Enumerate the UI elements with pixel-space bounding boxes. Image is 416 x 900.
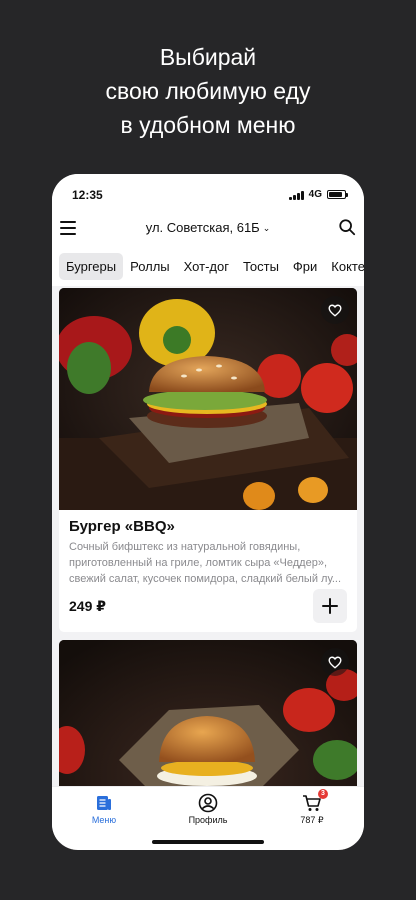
tab-rolls[interactable]: Роллы [123, 253, 177, 280]
profile-icon [198, 793, 218, 813]
product-image [59, 288, 357, 510]
tab-hotdog[interactable]: Хот-дог [177, 253, 236, 280]
favorite-heart-icon[interactable] [321, 648, 349, 676]
address-label: ул. Советская, 61Б [145, 220, 260, 235]
promo-line-2: свою любимую еду [105, 78, 311, 104]
battery-icon [327, 190, 348, 199]
phone-screen: 12:35 4G ул. Советская, 61Б ⌄ Бургеры Рол… [52, 174, 364, 850]
nav-cart[interactable]: 3 787 ₽ [260, 789, 364, 826]
nav-profile-label: Профиль [188, 815, 228, 825]
nav-menu[interactable]: Меню [52, 793, 156, 825]
promo-line-1: Выбирай [159, 44, 257, 70]
address-selector[interactable]: ул. Советская, 61Б ⌄ [52, 220, 364, 235]
nav-profile[interactable]: Профиль [156, 793, 260, 825]
tab-burgers[interactable]: Бургеры [59, 252, 124, 280]
promo-heading: Выбирай свою любимую еду в удобном меню [0, 40, 416, 142]
add-to-cart-button[interactable] [313, 589, 347, 623]
nav-cart-total: 787 ₽ [300, 815, 324, 825]
product-card[interactable]: Бургер «BBQ» Сочный бифштекс из натураль… [59, 288, 357, 632]
status-bar: 12:35 4G [52, 174, 364, 216]
chevron-down-icon: ⌄ [262, 223, 271, 233]
menu-book-icon [97, 796, 111, 810]
product-description: Сочный бифштекс из натуральной говядины,… [69, 541, 342, 585]
tab-fries[interactable]: Фри [286, 253, 324, 280]
category-tabs: Бургеры Роллы Хот-дог Тосты Фри Коктейли [52, 246, 364, 286]
burger-bbq-photo [59, 288, 357, 510]
promo-line-3: в удобном меню [120, 112, 296, 138]
signal-icon [288, 190, 304, 200]
app-header: ул. Советская, 61Б ⌄ [52, 216, 364, 246]
product-price: 249 ₽ [69, 598, 106, 614]
status-time: 12:35 [72, 188, 103, 202]
bottom-navigation: Меню Профиль 3 787 ₽ [52, 786, 364, 850]
cart-count-badge: 3 [318, 789, 328, 799]
tab-toasts[interactable]: Тосты [236, 253, 286, 280]
product-title: Бургер «BBQ» [69, 518, 175, 535]
favorite-heart-icon[interactable] [321, 296, 349, 324]
home-indicator [152, 840, 264, 844]
nav-menu-label: Меню [91, 815, 117, 825]
network-type: 4G [308, 189, 322, 200]
search-icon[interactable] [338, 218, 356, 236]
plus-icon [322, 598, 338, 614]
tab-cocktails[interactable]: Коктейли [324, 253, 364, 280]
status-indicators: 4G [288, 189, 348, 200]
